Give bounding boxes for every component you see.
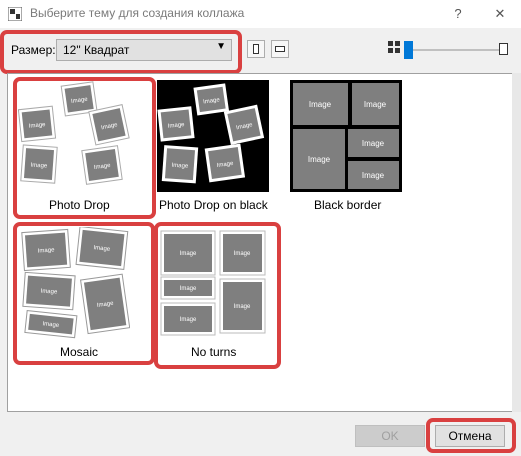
small-thumbnails-icon[interactable]: [388, 41, 400, 53]
landscape-orientation-button[interactable]: [271, 40, 289, 58]
thumb-image-text: Image: [362, 139, 385, 148]
thumb-image-text: Image: [308, 155, 331, 164]
theme-label: Photo Drop on black: [159, 198, 268, 212]
thumb-image-text: Image: [364, 100, 387, 109]
theme-tile-black-border[interactable]: Image Image Image Image Image Black bord…: [290, 80, 410, 230]
cancel-highlight: [426, 418, 516, 453]
theme-highlight-mosaic: [13, 222, 155, 365]
large-thumbnails-icon[interactable]: [499, 43, 508, 55]
window-title: Выберите тему для создания коллажа: [30, 6, 245, 20]
theme-highlight-photo-drop: [13, 77, 156, 219]
help-button[interactable]: ?: [448, 4, 468, 24]
landscape-icon: [275, 46, 285, 52]
theme-label: Black border: [314, 198, 382, 212]
zoom-slider-thumb[interactable]: [404, 41, 413, 59]
app-icon: [8, 7, 22, 21]
theme-preview-photo-drop-on-black: Image Image Image Image Image: [157, 80, 269, 192]
portrait-icon: [253, 44, 259, 54]
size-highlight: [0, 30, 242, 74]
zoom-slider-track[interactable]: [404, 49, 500, 51]
title-bar: Выберите тему для создания коллажа ? ✕: [0, 0, 521, 28]
thumb-image-text: Image: [362, 171, 385, 180]
theme-highlight-no-turns: [154, 222, 281, 369]
portrait-orientation-button[interactable]: [247, 40, 265, 58]
theme-tile-photo-drop-on-black[interactable]: Image Image Image Image Image Photo Drop…: [157, 80, 277, 230]
close-button[interactable]: ✕: [490, 4, 510, 24]
thumb-image-text: Image: [309, 100, 332, 109]
ok-button[interactable]: OK: [355, 425, 425, 447]
theme-preview-black-border: Image Image Image Image Image: [290, 80, 402, 192]
thumb-image-text: Image: [171, 163, 189, 170]
gallery-scrollbar[interactable]: [512, 73, 521, 412]
